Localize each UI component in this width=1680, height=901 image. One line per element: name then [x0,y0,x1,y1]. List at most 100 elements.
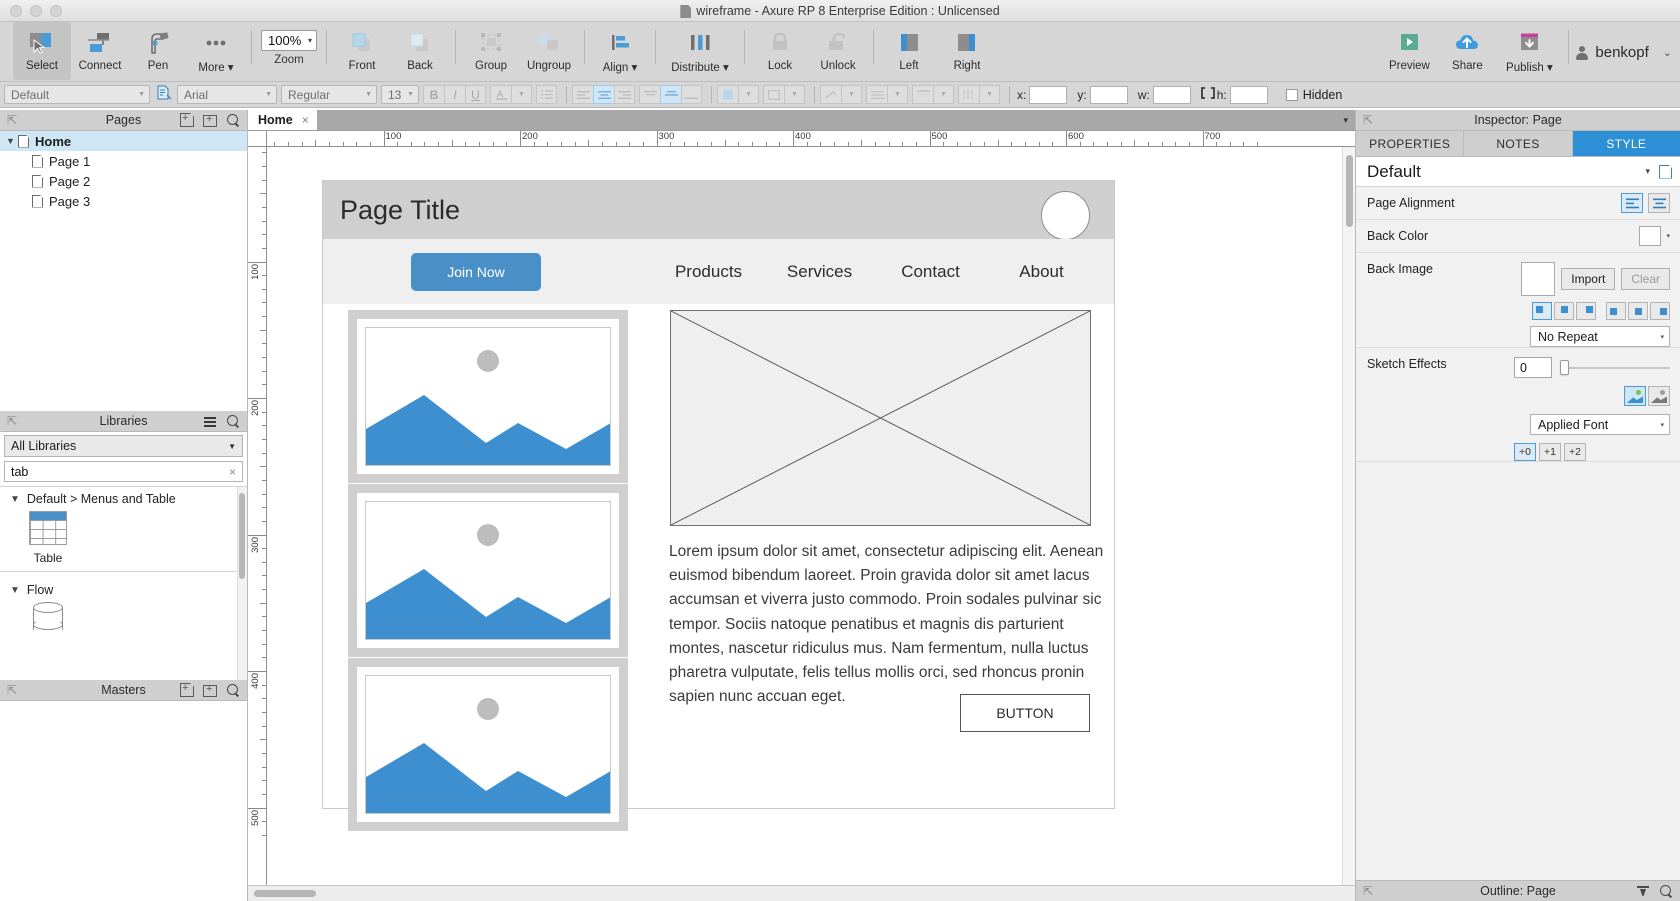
filter-icon[interactable] [1636,884,1650,898]
collapse-arrow-icon[interactable]: ⇱ [1363,884,1373,898]
tool-publish[interactable]: Publish ▾ [1496,22,1562,80]
tool-more[interactable]: More ▾ [187,22,245,80]
nav-link-about[interactable]: About [986,262,1097,282]
tool-back[interactable]: Back [391,22,449,80]
import-button[interactable]: Import [1561,268,1615,290]
line-color-icon[interactable] [763,85,784,104]
sketch-color-icon[interactable] [1624,386,1646,406]
valign-top-icon[interactable] [639,85,660,104]
join-now-button[interactable]: Join Now [411,253,541,291]
line-style-icon[interactable] [820,85,841,104]
tool-preview[interactable]: Preview [1380,22,1438,80]
align-left-icon[interactable] [1621,193,1643,213]
tool-lock[interactable]: Lock [751,22,809,80]
library-group-menus-and-table[interactable]: ▼ Default > Menus and Table [0,487,247,511]
tool-pen[interactable]: Pen [129,22,187,80]
library-select[interactable]: All Libraries ▼ [4,435,243,457]
page-item-page-2[interactable]: Page 2 [0,171,247,191]
sketch-font-select[interactable]: Applied Font ▾ [1530,414,1670,435]
close-icon[interactable]: × [302,113,309,127]
wireframe-card[interactable] [348,658,628,831]
sketch-amount-input[interactable]: 0 [1514,357,1552,378]
tool-group[interactable]: Group [462,22,520,80]
wireframe-button[interactable]: BUTTON [960,694,1090,732]
search-icon[interactable] [1659,884,1673,898]
tool-ungroup[interactable]: Ungroup [520,22,578,80]
font-size-plus-0[interactable]: +0 [1514,443,1536,461]
collapse-arrow-icon[interactable]: ⇱ [1363,113,1373,127]
line-color-dropdown[interactable]: ▼ [784,85,805,104]
bg-pos-top-left-icon[interactable] [1532,302,1552,320]
zoom-select[interactable]: 100% ▾ [261,30,317,51]
clear-search-icon[interactable]: × [229,465,236,479]
underline-button[interactable]: U [465,85,486,104]
add-folder-icon[interactable] [203,113,217,127]
border-style-dropdown[interactable]: ▼ [933,85,954,104]
chevron-down-icon[interactable]: ▾ [1645,166,1650,177]
tab-style[interactable]: STYLE [1573,131,1680,156]
font-family-select[interactable]: Arial ▼ [177,85,277,104]
text-color-button[interactable]: A [490,85,511,104]
add-master-icon[interactable] [180,683,194,697]
bold-button[interactable]: B [423,85,444,104]
library-scrollbar-thumb[interactable] [239,493,245,579]
page-item-page-1[interactable]: Page 1 [0,151,247,171]
w-input[interactable] [1153,86,1191,104]
line-style-dropdown[interactable]: ▼ [841,85,862,104]
tool-unlock[interactable]: Unlock [809,22,867,80]
design-canvas[interactable]: Page Title Join Now Products Services Co… [267,147,1355,885]
y-input[interactable] [1090,86,1128,104]
hidden-checkbox-row[interactable]: Hidden [1286,88,1343,102]
tool-connect[interactable]: Connect [71,22,129,80]
avatar[interactable] [1041,191,1090,240]
chevron-down-icon[interactable]: ▾ [1666,232,1670,240]
user-menu[interactable]: benkopf ⌄ [1575,22,1672,61]
library-scrollbar-track[interactable] [237,487,247,680]
nav-link-services[interactable]: Services [764,262,875,282]
valign-middle-icon[interactable] [660,85,681,104]
add-page-icon[interactable] [180,113,194,127]
search-icon[interactable] [226,414,240,428]
hidden-checkbox[interactable] [1286,89,1298,101]
font-size-plus-2[interactable]: +2 [1564,443,1586,461]
expand-triangle-icon[interactable]: ▼ [6,136,18,146]
canvas-vscroll-thumb[interactable] [1346,155,1353,227]
border-icon-1[interactable] [912,85,933,104]
tool-distribute[interactable]: Distribute ▾ [662,22,738,80]
tool-front[interactable]: Front [333,22,391,80]
tab-properties[interactable]: PROPERTIES [1356,131,1464,156]
font-size-select[interactable]: 13 ▼ [381,85,419,104]
nav-link-products[interactable]: Products [653,262,764,282]
collapse-arrow-icon[interactable]: ⇱ [7,113,17,127]
library-item-table[interactable]: Table [12,511,84,565]
library-item-database[interactable] [12,602,84,636]
italic-button[interactable]: I [444,85,465,104]
image-placeholder-x[interactable] [670,310,1091,526]
menu-icon[interactable] [203,414,217,428]
collapse-arrow-icon[interactable]: ⇱ [7,414,17,428]
align-right-icon[interactable] [614,85,635,104]
canvas-tab-home[interactable]: Home × [248,109,317,130]
align-center-icon[interactable] [1648,193,1670,213]
lock-aspect-icon[interactable] [1201,87,1215,102]
canvas-hscroll-thumb[interactable] [254,890,316,897]
wireframe-card[interactable] [348,310,628,483]
canvas-horizontal-scrollbar[interactable] [248,885,1355,901]
align-left-icon[interactable] [572,85,593,104]
tool-share[interactable]: Share [1438,22,1496,80]
zoom-control[interactable]: 100% ▾ Zoom [258,22,320,66]
page-item-home[interactable]: ▼ Home [0,131,247,151]
canvas-vertical-scrollbar[interactable] [1342,147,1355,885]
arrow-style-icon[interactable] [866,85,887,104]
search-icon[interactable] [226,113,240,127]
tool-right-pane[interactable]: Right [938,22,996,80]
bg-pos-mid-right-icon[interactable] [1650,302,1670,320]
back-image-repeat-select[interactable]: No Repeat ▾ [1530,326,1670,347]
library-group-flow[interactable]: ▼ Flow [0,578,247,602]
tab-notes[interactable]: NOTES [1464,131,1572,156]
tool-left-pane[interactable]: Left [880,22,938,80]
style-sheet-icon[interactable] [156,85,172,104]
arrow-style-dropdown[interactable]: ▼ [887,85,908,104]
page-item-page-3[interactable]: Page 3 [0,191,247,211]
tool-select[interactable]: Select [13,22,71,80]
